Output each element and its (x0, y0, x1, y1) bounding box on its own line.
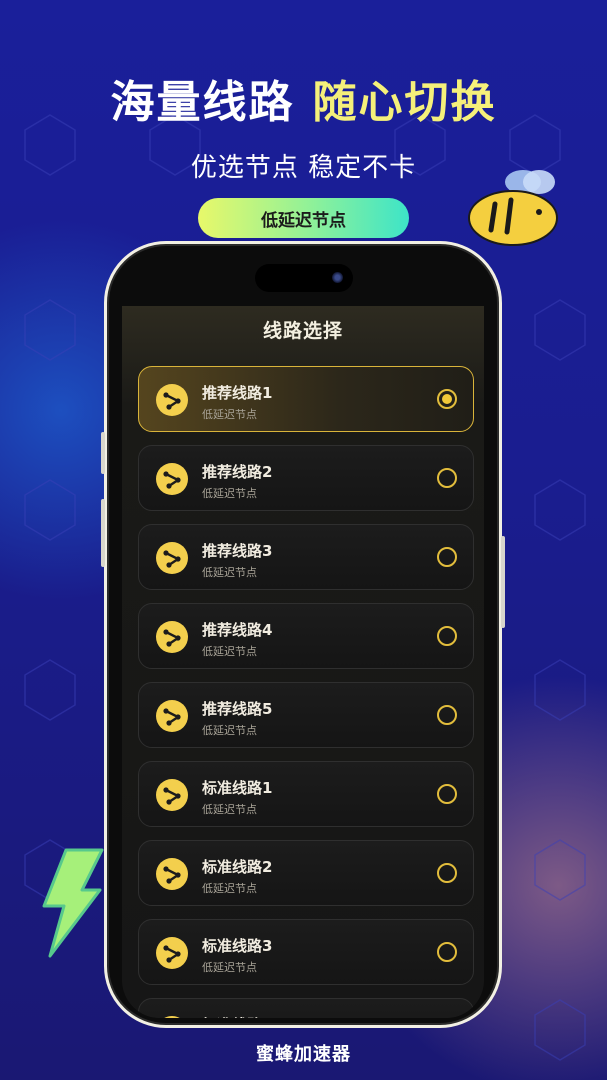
route-name: 标准线路2 (202, 858, 273, 876)
radio-unselected[interactable] (437, 942, 457, 962)
share-route-icon (156, 542, 188, 574)
share-route-icon (156, 384, 188, 416)
route-name: 推荐线路5 (202, 700, 273, 718)
share-route-icon (156, 937, 188, 969)
route-description: 低延迟节点 (202, 882, 257, 895)
phone-volume-button (101, 499, 105, 567)
route-name: 标准线路3 (202, 937, 273, 955)
route-item[interactable]: 推荐线路3 低延迟节点 (138, 524, 474, 590)
share-route-icon (156, 858, 188, 890)
route-description: 低延迟节点 (202, 645, 257, 658)
share-route-icon (156, 779, 188, 811)
route-description: 低延迟节点 (202, 724, 257, 737)
bee-mascot-icon (468, 170, 558, 246)
radio-unselected[interactable] (437, 705, 457, 725)
radio-selected[interactable] (437, 389, 457, 409)
route-name: 标准线路4 (202, 1014, 272, 1018)
route-list: 推荐线路1 低延迟节点 推荐线路2 低延迟节点 推荐线路3 低延迟节点 推荐线路4 低延迟节点… (138, 366, 474, 1018)
app-name: 蜜蜂加速器 (256, 1044, 351, 1065)
route-description: 低延迟节点 (202, 566, 257, 579)
route-item[interactable]: 标准线路3 低延迟节点 (138, 919, 474, 985)
low-latency-badge: 低延迟节点 (198, 198, 409, 238)
route-description: 低延迟节点 (202, 487, 257, 500)
radio-unselected[interactable] (437, 547, 457, 567)
route-item[interactable]: 推荐线路2 低延迟节点 (138, 445, 474, 511)
share-route-icon (156, 700, 188, 732)
screen-title: 线路选择 (262, 320, 343, 342)
share-route-icon (156, 621, 188, 653)
headline-part2: 随心切换 (312, 77, 497, 128)
route-description: 低延迟节点 (202, 803, 257, 816)
dynamic-island (255, 264, 353, 292)
route-item[interactable]: 标准线路4低延迟节点 (138, 998, 474, 1018)
lightning-bolt-icon (42, 848, 104, 958)
phone-mockup: 线路选择 推荐线路1 低延迟节点 推荐线路2 低延迟节点 推荐线路3 低延迟节点 推荐线路4… (101, 241, 505, 1028)
route-selection-screen: 线路选择 推荐线路1 低延迟节点 推荐线路2 低延迟节点 推荐线路3 低延迟节点 推荐线路4… (122, 306, 484, 1018)
radio-dot (442, 394, 452, 404)
route-name: 推荐线路1 (202, 384, 273, 402)
route-description: 低延迟节点 (202, 961, 257, 974)
headline: 海量线路 随心切换 (0, 66, 607, 130)
route-item[interactable]: 推荐线路1 低延迟节点 (138, 366, 474, 432)
route-name: 标准线路1 (202, 779, 273, 797)
route-item[interactable]: 推荐线路5 低延迟节点 (138, 682, 474, 748)
radio-unselected[interactable] (437, 863, 457, 883)
route-name: 推荐线路4 (202, 621, 273, 639)
route-name: 推荐线路2 (202, 463, 273, 481)
share-route-icon (156, 463, 188, 495)
route-description: 低延迟节点 (202, 408, 257, 421)
radio-unselected[interactable] (437, 626, 457, 646)
radio-unselected[interactable] (437, 468, 457, 488)
badge-label: 低延迟节点 (261, 210, 346, 231)
headline-part1: 海量线路 (110, 77, 295, 128)
route-item[interactable]: 标准线路2 低延迟节点 (138, 840, 474, 906)
share-route-icon (156, 1016, 188, 1018)
radio-unselected[interactable] (437, 784, 457, 804)
phone-power-button (501, 536, 505, 628)
phone-volume-button (101, 432, 105, 474)
camera-icon (332, 272, 343, 283)
route-item[interactable]: 标准线路1 低延迟节点 (138, 761, 474, 827)
route-name: 推荐线路3 (202, 542, 273, 560)
route-item[interactable]: 推荐线路4 低延迟节点 (138, 603, 474, 669)
